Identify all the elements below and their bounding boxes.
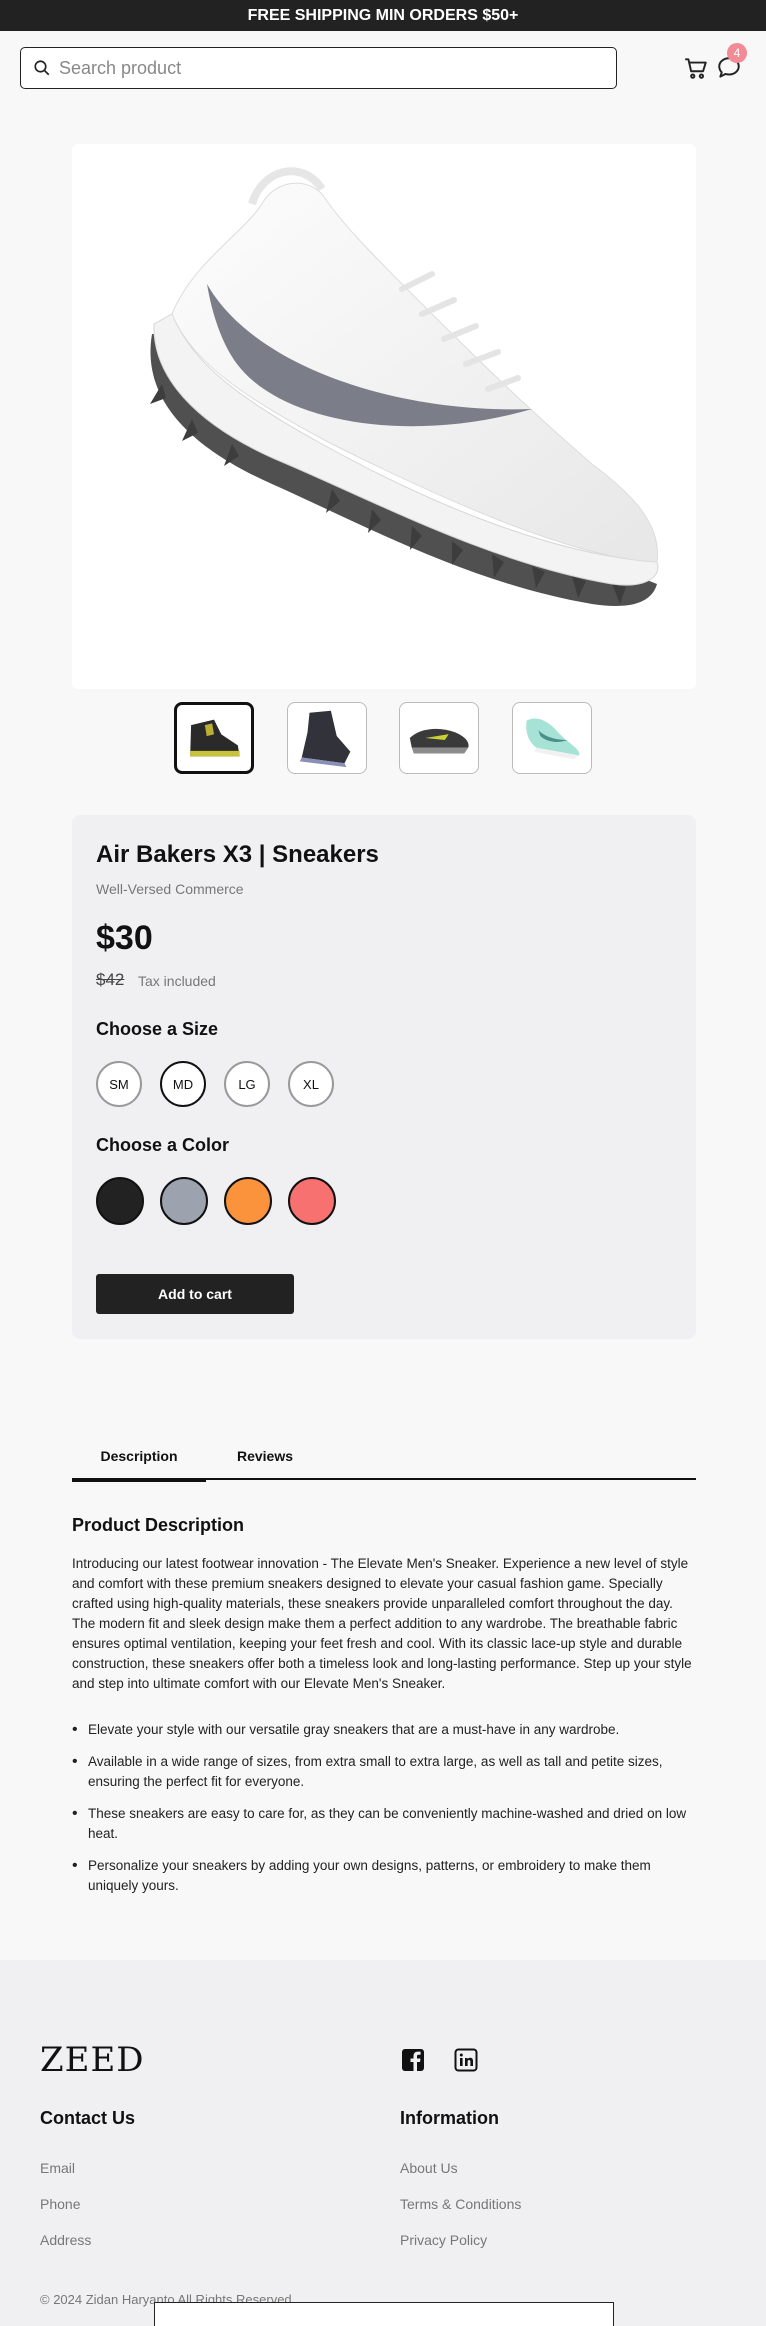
color-swatch-orange[interactable] (224, 1177, 272, 1225)
announcement-text: FREE SHIPPING MIN ORDERS $50+ (247, 6, 519, 24)
size-option-xl[interactable]: XL (288, 1061, 334, 1107)
list-item: Elevate your style with our versatile gr… (72, 1720, 692, 1740)
product-main-image (72, 144, 696, 689)
search-input[interactable] (59, 57, 579, 79)
compare-price: $42 (96, 970, 125, 989)
linkedin-icon[interactable] (454, 2048, 478, 2072)
list-item: Available in a wide range of sizes, from… (72, 1752, 692, 1792)
footer-link-phone[interactable]: Phone (40, 2196, 80, 2212)
sneaker-image (150, 167, 659, 606)
chat-badge: 4 (727, 43, 747, 63)
color-label: Choose a Color (96, 1135, 230, 1155)
product-price: $30 (96, 919, 153, 957)
cart-icon[interactable] (683, 55, 709, 81)
thumbnail-strip (0, 702, 766, 776)
footer-link-address[interactable]: Address (40, 2232, 91, 2248)
footer-link-email[interactable]: Email (40, 2160, 75, 2176)
footer-link-about[interactable]: About Us (400, 2160, 458, 2176)
footer-link-privacy[interactable]: Privacy Policy (400, 2232, 487, 2248)
thumbnail-3[interactable] (399, 702, 479, 774)
contact-heading: Contact Us (40, 2108, 136, 2128)
search-bar[interactable] (20, 47, 617, 89)
product-vendor: Well-Versed Commerce (96, 881, 244, 897)
thumbnail-2[interactable] (287, 702, 367, 774)
size-option-lg[interactable]: LG (224, 1061, 270, 1107)
tax-note: Tax included (138, 973, 216, 989)
information-heading: Information (400, 2108, 499, 2128)
tab-reviews[interactable]: Reviews (206, 1432, 324, 1480)
product-info-card: Air Bakers X3 | Sneakers Well-Versed Com… (72, 815, 696, 1339)
product-tabs: Description Reviews (72, 1432, 696, 1482)
size-option-md[interactable]: MD (160, 1061, 206, 1107)
site-footer: ZEED Contact Us Email Phone Address Info… (0, 1960, 766, 2326)
search-icon (34, 60, 50, 76)
footer-logo[interactable]: ZEED (40, 2040, 145, 2080)
footer-link-terms[interactable]: Terms & Conditions (400, 2196, 521, 2212)
list-item: These sneakers are easy to care for, as … (72, 1804, 692, 1844)
description-bullets: Elevate your style with our versatile gr… (72, 1720, 692, 1908)
color-swatch-black[interactable] (96, 1177, 144, 1225)
color-swatch-red[interactable] (288, 1177, 336, 1225)
facebook-icon[interactable] (401, 2048, 425, 2072)
color-swatch-gray[interactable] (160, 1177, 208, 1225)
product-title: Air Bakers X3 | Sneakers (96, 841, 379, 868)
size-option-sm[interactable]: SM (96, 1061, 142, 1107)
dark-boot-thumbnail (190, 719, 240, 757)
size-label: Choose a Size (96, 1019, 219, 1039)
list-item: Personalize your sneakers by adding your… (72, 1856, 692, 1896)
floating-panel[interactable] (154, 2302, 614, 2326)
description-title: Product Description (72, 1515, 245, 1535)
announcement-bar: FREE SHIPPING MIN ORDERS $50+ (0, 0, 766, 31)
thumbnail-1[interactable] (174, 702, 254, 774)
description-body: Introducing our latest footwear innovati… (72, 1556, 692, 1691)
high-top-thumbnail (299, 710, 351, 768)
add-to-cart-button[interactable]: Add to cart (96, 1274, 294, 1314)
running-shoe-thumbnail (409, 728, 469, 754)
mint-sneaker-thumbnail (526, 718, 580, 760)
tab-description[interactable]: Description (72, 1432, 206, 1482)
thumbnail-4[interactable] (512, 702, 592, 774)
